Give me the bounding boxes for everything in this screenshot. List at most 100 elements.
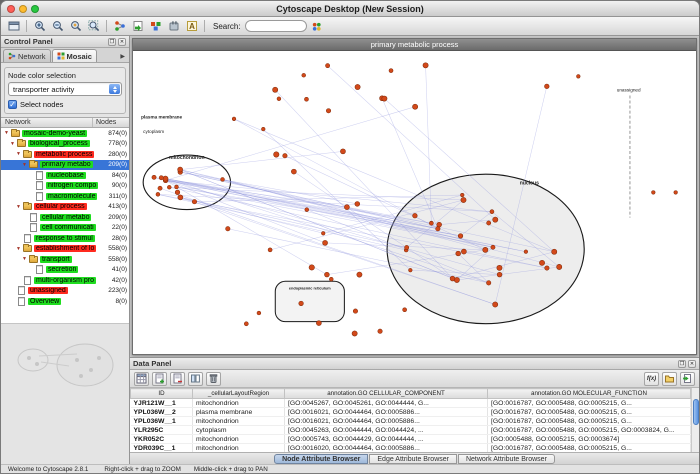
search-input[interactable] <box>245 20 307 32</box>
close-panel-button[interactable]: ✕ <box>688 360 696 368</box>
tree-row[interactable]: cell communicati22(0) <box>1 223 129 234</box>
network-node[interactable] <box>493 217 498 222</box>
table-cell[interactable]: [GO:0016787, GO:0005488, GO:0005215, G..… <box>488 408 691 417</box>
tree-row[interactable]: ▼biological_process778(0) <box>1 139 129 150</box>
network-node[interactable] <box>274 152 279 157</box>
expander-icon[interactable]: ▼ <box>15 246 22 252</box>
network-node[interactable] <box>461 249 466 254</box>
network-node[interactable] <box>429 221 433 225</box>
network-node[interactable] <box>283 154 287 158</box>
network-edge[interactable] <box>166 107 415 181</box>
zoom-in-button[interactable] <box>31 18 48 34</box>
table-cell[interactable]: [GO:0005743, GO:0044429, GO:0044444, ... <box>285 435 488 444</box>
network-node[interactable] <box>544 84 549 89</box>
tree-row[interactable]: ▼cellular process413(0) <box>1 202 129 213</box>
table-column-header[interactable]: ID <box>131 389 193 399</box>
network-node[interactable] <box>352 331 357 336</box>
table-row[interactable]: YDR039C__1mitochondrion[GO:0016020, GO:0… <box>131 444 691 453</box>
expander-icon[interactable]: ▼ <box>21 162 28 168</box>
table-cell[interactable]: [GO:0045267, GO:0045261, GO:0044444, G..… <box>285 399 488 408</box>
table-cell[interactable]: [GO:0016021, GO:0044464, GO:0005886... <box>285 417 488 426</box>
network-node[interactable] <box>156 192 160 196</box>
expander-icon[interactable]: ▼ <box>15 204 22 210</box>
table-cell[interactable]: mitochondrion <box>193 435 285 444</box>
column-header-nodes[interactable]: Nodes <box>93 119 129 126</box>
network-node[interactable] <box>413 213 418 218</box>
network-node[interactable] <box>576 75 580 79</box>
network-node[interactable] <box>539 260 544 265</box>
tree-row[interactable]: ▼transport558(0) <box>1 254 129 265</box>
network-node[interactable] <box>456 251 461 256</box>
network-node[interactable] <box>461 197 466 202</box>
network-node[interactable] <box>674 191 678 195</box>
network-node[interactable] <box>302 73 306 77</box>
network-node[interactable] <box>355 201 360 206</box>
network-canvas-svg[interactable]: plasma membranecytoplasmmitochondrionnuc… <box>133 51 696 354</box>
expander-icon[interactable]: ▼ <box>21 256 28 262</box>
network-node[interactable] <box>323 240 328 245</box>
network-node[interactable] <box>340 149 345 154</box>
table-row[interactable]: YPL036W__1mitochondrion[GO:0016021, GO:0… <box>131 417 691 426</box>
scrollbar-thumb[interactable] <box>693 399 699 425</box>
network-node[interactable] <box>378 329 382 333</box>
vizmapper-button[interactable] <box>147 18 164 34</box>
table-column-header[interactable]: _cellularLayoutRegion <box>193 389 285 399</box>
zoom-window-button[interactable] <box>31 5 39 13</box>
delete-attribute-button[interactable] <box>170 372 185 386</box>
select-attributes-button[interactable] <box>134 372 149 386</box>
table-row[interactable]: YKR052Cmitochondrion[GO:0005743, GO:0044… <box>131 435 691 444</box>
network-node[interactable] <box>403 308 407 312</box>
table-row[interactable]: YJR121W__1mitochondrion[GO:0045267, GO:0… <box>131 399 691 408</box>
float-panel-button[interactable]: ❐ <box>678 360 686 368</box>
network-node[interactable] <box>651 191 655 195</box>
network-node[interactable] <box>412 104 417 109</box>
table-cell[interactable]: cytoplasm <box>193 426 285 435</box>
network-node[interactable] <box>158 186 162 190</box>
network-node[interactable] <box>309 265 314 270</box>
network-node[interactable] <box>487 221 491 225</box>
network-node[interactable] <box>458 234 463 239</box>
tab-network-attribute-browser[interactable]: Network Attribute Browser <box>458 454 555 464</box>
network-node[interactable] <box>244 322 248 326</box>
table-cell[interactable]: [GO:0045263, GO:0044444, GO:0044424, ... <box>285 426 488 435</box>
network-node[interactable] <box>491 245 495 249</box>
network-edge[interactable] <box>180 197 323 233</box>
network-node[interactable] <box>305 208 309 212</box>
function-builder-button[interactable]: f(x) <box>644 372 659 386</box>
table-cell[interactable]: YJR121W__1 <box>131 399 193 408</box>
network-node[interactable] <box>152 175 156 179</box>
close-panel-button[interactable]: ✕ <box>118 38 126 46</box>
table-column-header[interactable]: annotation.GO CELLULAR_COMPONENT <box>285 389 488 399</box>
network-node[interactable] <box>409 268 413 272</box>
close-window-button[interactable] <box>7 5 15 13</box>
network-node[interactable] <box>268 248 272 252</box>
table-cell[interactable]: [GO:0016787, GO:0005488, GO:0005215, G..… <box>488 444 691 453</box>
network-edge[interactable] <box>166 180 325 243</box>
zoom-fit-button[interactable] <box>85 18 102 34</box>
network-node[interactable] <box>273 87 278 92</box>
network-node[interactable] <box>552 249 557 254</box>
tab-overflow-arrow[interactable]: ▶ <box>120 53 127 62</box>
zoom-selected-button[interactable] <box>67 18 84 34</box>
network-node[interactable] <box>357 272 362 277</box>
tree-row[interactable]: unassigned223(0) <box>1 286 129 297</box>
network-node[interactable] <box>405 245 409 249</box>
trash-button[interactable] <box>206 372 221 386</box>
network-node[interactable] <box>344 205 349 210</box>
zoom-out-button[interactable] <box>49 18 66 34</box>
tab-mosaic[interactable]: Mosaic <box>52 49 97 62</box>
network-node[interactable] <box>299 301 304 306</box>
tree-row[interactable]: ▼metabolic process280(0) <box>1 149 129 160</box>
network-node[interactable] <box>497 265 502 270</box>
network-node[interactable] <box>178 167 183 172</box>
table-cell[interactable]: mitochondrion <box>193 417 285 426</box>
tree-row[interactable]: Overview8(0) <box>1 296 129 307</box>
plugin-button[interactable] <box>165 18 182 34</box>
tab-network[interactable]: Network <box>3 49 51 62</box>
node-color-dropdown[interactable]: transporter activity <box>8 82 122 96</box>
tab-edge-attribute-browser[interactable]: Edge Attribute Browser <box>369 454 457 464</box>
select-nodes-row[interactable]: ✓ Select nodes <box>8 100 122 109</box>
table-cell[interactable]: [GO:0016020, GO:0044464, GO:0005886... <box>285 444 488 453</box>
table-row[interactable]: YLR295Ccytoplasm[GO:0045263, GO:0044444,… <box>131 426 691 435</box>
network-node[interactable] <box>486 281 490 285</box>
